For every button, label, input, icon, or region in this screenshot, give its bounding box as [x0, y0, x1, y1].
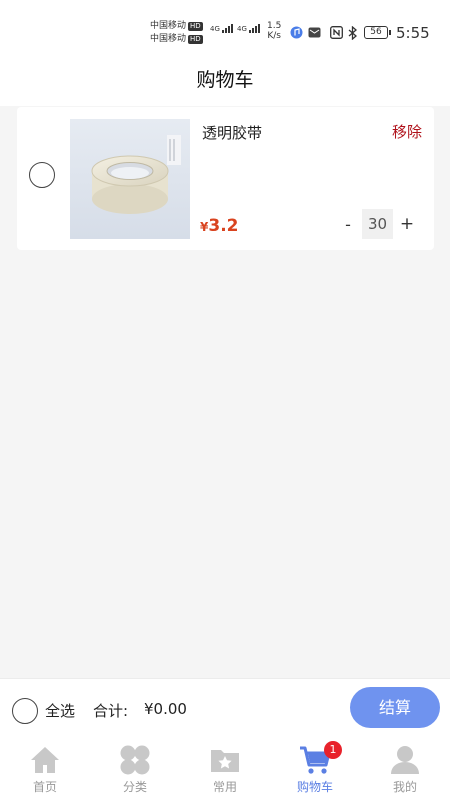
product-name[interactable]: 透明胶带: [202, 122, 262, 143]
checkout-bar: 全选 合计: ¥0.00 结算: [0, 678, 450, 740]
tab-label: 分类: [122, 780, 147, 794]
checkout-button[interactable]: 结算: [350, 687, 440, 728]
tab-profile[interactable]: 我的: [360, 740, 450, 800]
select-all-checkbox[interactable]: [12, 698, 38, 724]
carrier-2: 中国移动: [150, 34, 187, 44]
carrier-1: 中国移动: [150, 21, 187, 31]
total-amount: ¥0.00: [144, 700, 187, 718]
network-type: 4G: [237, 25, 247, 33]
cart-item: 透明胶带 移除 ¥3.2 - 30 +: [17, 107, 434, 250]
tab-category[interactable]: 分类: [90, 740, 180, 800]
tab-label: 购物车: [296, 780, 333, 794]
price-value: 3.2: [208, 216, 239, 236]
tab-favorites[interactable]: 常用: [180, 740, 270, 800]
product-price: ¥3.2: [200, 216, 238, 236]
quantity-decrease-button[interactable]: -: [339, 215, 357, 234]
product-image[interactable]: [70, 119, 190, 239]
battery-icon: 56: [364, 26, 391, 39]
cart-count-badge: 1: [324, 741, 342, 759]
hd-badge: HD: [188, 35, 203, 44]
profile-icon: [391, 746, 419, 774]
quantity-increase-button[interactable]: +: [398, 214, 416, 234]
tab-home[interactable]: 首页: [0, 740, 90, 800]
tab-label: 我的: [392, 780, 417, 794]
status-bar: 中国移动 HD 中国移动 HD 4G 4G 1.5 K/s 56 5:55: [0, 0, 450, 60]
network-type: 4G: [210, 25, 220, 33]
tab-label: 常用: [212, 780, 237, 794]
music-app-icon: [290, 26, 303, 39]
quantity-input[interactable]: 30: [362, 209, 393, 239]
signal-icon: 4G: [237, 24, 261, 33]
nfc-icon: [330, 26, 343, 39]
tab-label: 首页: [32, 780, 57, 794]
category-icon: [120, 745, 150, 775]
page-title: 购物车: [196, 69, 254, 91]
tab-cart[interactable]: 1 购物车: [270, 740, 360, 800]
total-label: 合计:: [93, 702, 129, 720]
carrier-info: 中国移动 HD 中国移动 HD: [150, 20, 203, 46]
item-select-checkbox[interactable]: [29, 162, 55, 188]
hd-badge: HD: [188, 22, 203, 31]
header: 购物车: [0, 60, 450, 106]
remove-button[interactable]: 移除: [392, 121, 422, 142]
signal-icon: 4G: [210, 24, 234, 33]
tape-roll-image: [91, 135, 181, 214]
clock: 5:55: [396, 24, 430, 42]
home-icon: [31, 747, 59, 773]
select-all-label[interactable]: 全选: [45, 700, 75, 721]
bottom-tab-bar: 首页 分类 常用 1 购物车 我的: [0, 740, 450, 800]
favorites-folder-icon: [211, 750, 239, 772]
network-speed: 1.5 K/s: [267, 21, 282, 41]
message-icon: [308, 27, 321, 38]
bluetooth-icon: [348, 26, 357, 40]
